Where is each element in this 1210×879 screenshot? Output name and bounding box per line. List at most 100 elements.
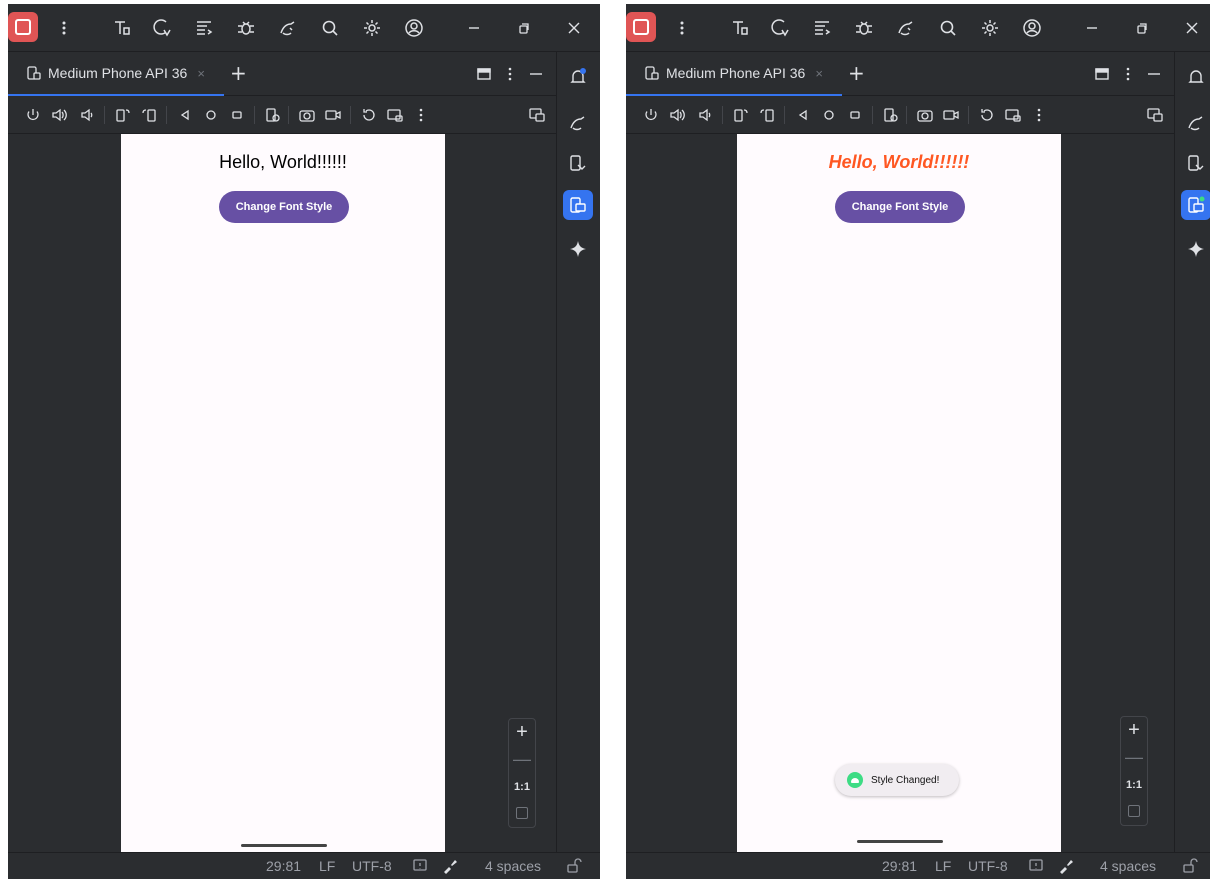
- fold-icon[interactable]: [882, 106, 900, 124]
- rotate-left-icon[interactable]: [732, 106, 750, 124]
- gemini-icon[interactable]: [563, 234, 593, 264]
- line-ending[interactable]: LF: [935, 858, 951, 874]
- running-devices-icon[interactable]: [1181, 190, 1210, 220]
- back-icon[interactable]: [176, 106, 194, 124]
- tab-options-icon[interactable]: [1114, 60, 1142, 88]
- apply-changes-icon[interactable]: [766, 14, 794, 42]
- profiler-icon[interactable]: [892, 14, 920, 42]
- tab-medium-phone[interactable]: Medium Phone API 36 ×: [626, 52, 842, 96]
- hide-panel-icon[interactable]: [522, 60, 550, 88]
- tab-medium-phone[interactable]: Medium Phone API 36 ×: [8, 52, 224, 96]
- hide-panel-icon[interactable]: [1140, 60, 1168, 88]
- account-icon[interactable]: [1018, 14, 1046, 42]
- change-font-style-button[interactable]: Change Font Style: [219, 191, 349, 223]
- build-icon[interactable]: [108, 14, 136, 42]
- minimize-icon[interactable]: [460, 14, 488, 42]
- phone-screen[interactable]: Hello, World!!!!!! Change Font Style: [121, 134, 445, 856]
- sync-icon[interactable]: [808, 14, 836, 42]
- home-icon[interactable]: [820, 106, 838, 124]
- cursor-position[interactable]: 29:81: [266, 858, 301, 874]
- search-icon[interactable]: [316, 14, 344, 42]
- screenshot-icon[interactable]: [916, 106, 934, 124]
- gesture-home-bar[interactable]: [241, 844, 327, 847]
- code-style-icon[interactable]: [1058, 858, 1074, 874]
- tab-close-icon[interactable]: ×: [197, 66, 205, 81]
- stop-icon[interactable]: [8, 12, 38, 42]
- close-icon[interactable]: [1178, 14, 1206, 42]
- readonly-toggle-icon[interactable]: [1028, 858, 1044, 874]
- rotate-right-icon[interactable]: [758, 106, 776, 124]
- zoom-fit-icon[interactable]: [1128, 805, 1140, 817]
- overview-icon[interactable]: [846, 106, 864, 124]
- indent-setting[interactable]: 4 spaces: [1100, 858, 1156, 874]
- search-icon[interactable]: [934, 14, 962, 42]
- line-ending[interactable]: LF: [319, 858, 335, 874]
- account-icon[interactable]: [400, 14, 428, 42]
- device-mirror-icon[interactable]: [528, 106, 546, 124]
- file-encoding[interactable]: UTF-8: [352, 858, 392, 874]
- fold-icon[interactable]: [264, 106, 282, 124]
- zoom-actual-size-button[interactable]: 1:1: [509, 781, 535, 793]
- file-encoding[interactable]: UTF-8: [968, 858, 1008, 874]
- zoom-out-icon[interactable]: —: [509, 749, 535, 770]
- zoom-in-icon[interactable]: +: [509, 721, 535, 744]
- screenshot-icon[interactable]: [298, 106, 316, 124]
- zoom-in-icon[interactable]: +: [1121, 719, 1147, 742]
- screen-record-icon[interactable]: [324, 106, 342, 124]
- screen-record-icon[interactable]: [942, 106, 960, 124]
- extended-controls-icon[interactable]: [1004, 106, 1022, 124]
- more-icon[interactable]: [1030, 106, 1048, 124]
- snapshot-icon[interactable]: [360, 106, 378, 124]
- more-vertical-icon[interactable]: [50, 14, 78, 42]
- debug-icon[interactable]: [850, 14, 878, 42]
- back-icon[interactable]: [794, 106, 812, 124]
- window-layout-icon[interactable]: [470, 60, 498, 88]
- rotate-right-icon[interactable]: [140, 106, 158, 124]
- home-icon[interactable]: [202, 106, 220, 124]
- debug-icon[interactable]: [232, 14, 260, 42]
- tab-options-icon[interactable]: [496, 60, 524, 88]
- cursor-position[interactable]: 29:81: [882, 858, 917, 874]
- zoom-actual-size-button[interactable]: 1:1: [1121, 779, 1147, 791]
- change-font-style-button[interactable]: Change Font Style: [835, 191, 965, 223]
- device-manager-icon[interactable]: [1181, 148, 1210, 178]
- restore-icon[interactable]: [1128, 14, 1156, 42]
- device-manager-icon[interactable]: [563, 148, 593, 178]
- apply-changes-icon[interactable]: [148, 14, 176, 42]
- code-style-icon[interactable]: [442, 858, 458, 874]
- sync-icon[interactable]: [190, 14, 218, 42]
- close-icon[interactable]: [560, 14, 588, 42]
- phone-screen[interactable]: Hello, World!!!!!! Change Font Style Sty…: [737, 134, 1061, 856]
- power-icon[interactable]: [24, 106, 42, 124]
- gesture-home-bar[interactable]: [857, 840, 943, 843]
- minimize-icon[interactable]: [1078, 14, 1106, 42]
- settings-icon[interactable]: [358, 14, 386, 42]
- running-devices-icon[interactable]: [563, 190, 593, 220]
- profiler-icon[interactable]: [274, 14, 302, 42]
- volume-up-icon[interactable]: [668, 106, 686, 124]
- lock-open-icon[interactable]: [566, 858, 582, 874]
- extended-controls-icon[interactable]: [386, 106, 404, 124]
- volume-down-icon[interactable]: [696, 106, 714, 124]
- volume-up-icon[interactable]: [50, 106, 68, 124]
- zoom-out-icon[interactable]: —: [1121, 747, 1147, 768]
- notifications-icon[interactable]: [1181, 62, 1210, 92]
- device-mirror-icon[interactable]: [1146, 106, 1164, 124]
- window-layout-icon[interactable]: [1088, 60, 1116, 88]
- zoom-fit-icon[interactable]: [516, 807, 528, 819]
- build-icon[interactable]: [726, 14, 754, 42]
- tab-close-icon[interactable]: ×: [815, 66, 823, 81]
- overview-icon[interactable]: [228, 106, 246, 124]
- power-icon[interactable]: [642, 106, 660, 124]
- readonly-toggle-icon[interactable]: [412, 858, 428, 874]
- restore-icon[interactable]: [510, 14, 538, 42]
- indent-setting[interactable]: 4 spaces: [485, 858, 541, 874]
- notifications-icon[interactable]: [563, 62, 593, 92]
- add-tab-icon[interactable]: +: [848, 62, 865, 84]
- volume-down-icon[interactable]: [78, 106, 96, 124]
- settings-icon[interactable]: [976, 14, 1004, 42]
- stop-icon[interactable]: [626, 12, 656, 42]
- gemini-icon[interactable]: [1181, 234, 1210, 264]
- more-icon[interactable]: [412, 106, 430, 124]
- gradle-icon[interactable]: [563, 108, 593, 138]
